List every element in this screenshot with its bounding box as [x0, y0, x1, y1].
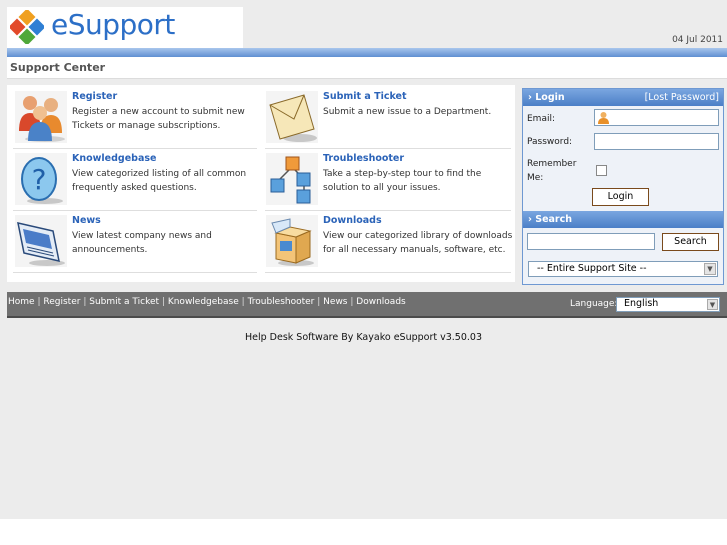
nav-link-submit-ticket[interactable]: Submit a Ticket [89, 297, 159, 307]
divider [265, 148, 511, 149]
module-title[interactable]: News [72, 215, 101, 226]
module-description: Register a new account to submit new Tic… [72, 107, 245, 131]
module-downloads[interactable]: Downloads View our categorized library o… [266, 215, 516, 275]
chevron-down-icon: ▼ [704, 263, 716, 275]
password-label: Password: [527, 137, 573, 147]
nav-link-troubleshooter[interactable]: Troubleshooter [248, 297, 315, 307]
envelope-icon [266, 91, 318, 143]
module-description: View latest company news and announcemen… [72, 231, 212, 255]
nav-link-home[interactable]: Home [8, 297, 35, 307]
search-scope-select[interactable]: -- Entire Support Site -- ▼ [528, 261, 718, 277]
nav-link-register[interactable]: Register [43, 297, 80, 307]
nav-link-news[interactable]: News [323, 297, 347, 307]
nav-links: Home | Register | Submit a Ticket | Know… [8, 297, 406, 307]
header-divider [7, 48, 727, 57]
module-register[interactable]: Register Register a new account to submi… [15, 91, 265, 151]
module-description: Take a step-by-step tour to find the sol… [323, 169, 482, 193]
email-label: Email: [527, 114, 556, 124]
page-bottom [0, 519, 727, 545]
module-title[interactable]: Register [72, 91, 117, 102]
module-description: View our categorized library of download… [323, 231, 513, 255]
logo[interactable]: eSupport [7, 7, 243, 48]
module-title[interactable]: Troubleshooter [323, 153, 404, 164]
footer-credit: Help Desk Software By Kayako eSupport v3… [245, 332, 482, 343]
cubes-icon [266, 153, 318, 205]
divider [265, 210, 511, 211]
newspaper-icon [15, 215, 67, 267]
remember-me-checkbox[interactable] [596, 165, 607, 176]
search-button[interactable]: Search [662, 233, 719, 251]
svg-text:?: ? [32, 163, 47, 196]
divider [265, 272, 511, 273]
module-title[interactable]: Downloads [323, 215, 382, 226]
modules-panel: Register Register a new account to submi… [7, 85, 515, 282]
divider [13, 210, 257, 211]
module-knowledgebase[interactable]: ? Knowledgebase View categorized listing… [15, 153, 265, 213]
nav-link-knowledgebase[interactable]: Knowledgebase [168, 297, 239, 307]
module-submit-ticket[interactable]: Submit a Ticket Submit a new issue to a … [266, 91, 516, 151]
password-field[interactable] [594, 133, 719, 150]
search-scope-value: -- Entire Support Site -- [537, 263, 647, 274]
users-icon [15, 91, 67, 143]
chevron-down-icon: ▼ [707, 299, 718, 310]
page-title: Support Center [10, 61, 106, 74]
search-input[interactable] [527, 233, 655, 250]
module-description: Submit a new issue to a Department. [323, 107, 492, 117]
current-date: 04 Jul 2011 [672, 35, 723, 45]
question-icon: ? [15, 153, 67, 205]
login-button[interactable]: Login [592, 188, 649, 206]
language-label: Language: [570, 299, 618, 309]
nav-link-downloads[interactable]: Downloads [356, 297, 405, 307]
divider [13, 148, 257, 149]
header: eSupport 04 Jul 2011 [0, 0, 727, 48]
remember-label: Remember Me: [527, 159, 577, 183]
login-heading: › Login [528, 92, 565, 103]
language-select[interactable]: English ▼ [616, 297, 720, 312]
module-title[interactable]: Submit a Ticket [323, 91, 407, 102]
bottom-nav: Home | Register | Submit a Ticket | Know… [7, 292, 727, 318]
module-news[interactable]: News View latest company news and announ… [15, 215, 265, 275]
language-value: English [624, 298, 659, 309]
search-heading: › Search [528, 214, 573, 225]
module-troubleshooter[interactable]: Troubleshooter Take a step-by-step tour … [266, 153, 516, 213]
login-header: › Login [Lost Password] [523, 89, 723, 106]
esupport-logo-icon [10, 10, 44, 44]
logo-text: eSupport [51, 8, 175, 41]
sidebar: › Login [Lost Password] Email: Password:… [522, 88, 724, 285]
section-bar: Support Center [7, 57, 727, 79]
lost-password-link[interactable]: [Lost Password] [645, 92, 719, 103]
module-title[interactable]: Knowledgebase [72, 153, 156, 164]
user-icon [598, 112, 609, 124]
divider [13, 272, 257, 273]
search-header: › Search [523, 211, 723, 228]
module-description: View categorized listing of all common f… [72, 169, 247, 193]
box-icon [266, 215, 318, 267]
email-field[interactable] [594, 109, 719, 126]
